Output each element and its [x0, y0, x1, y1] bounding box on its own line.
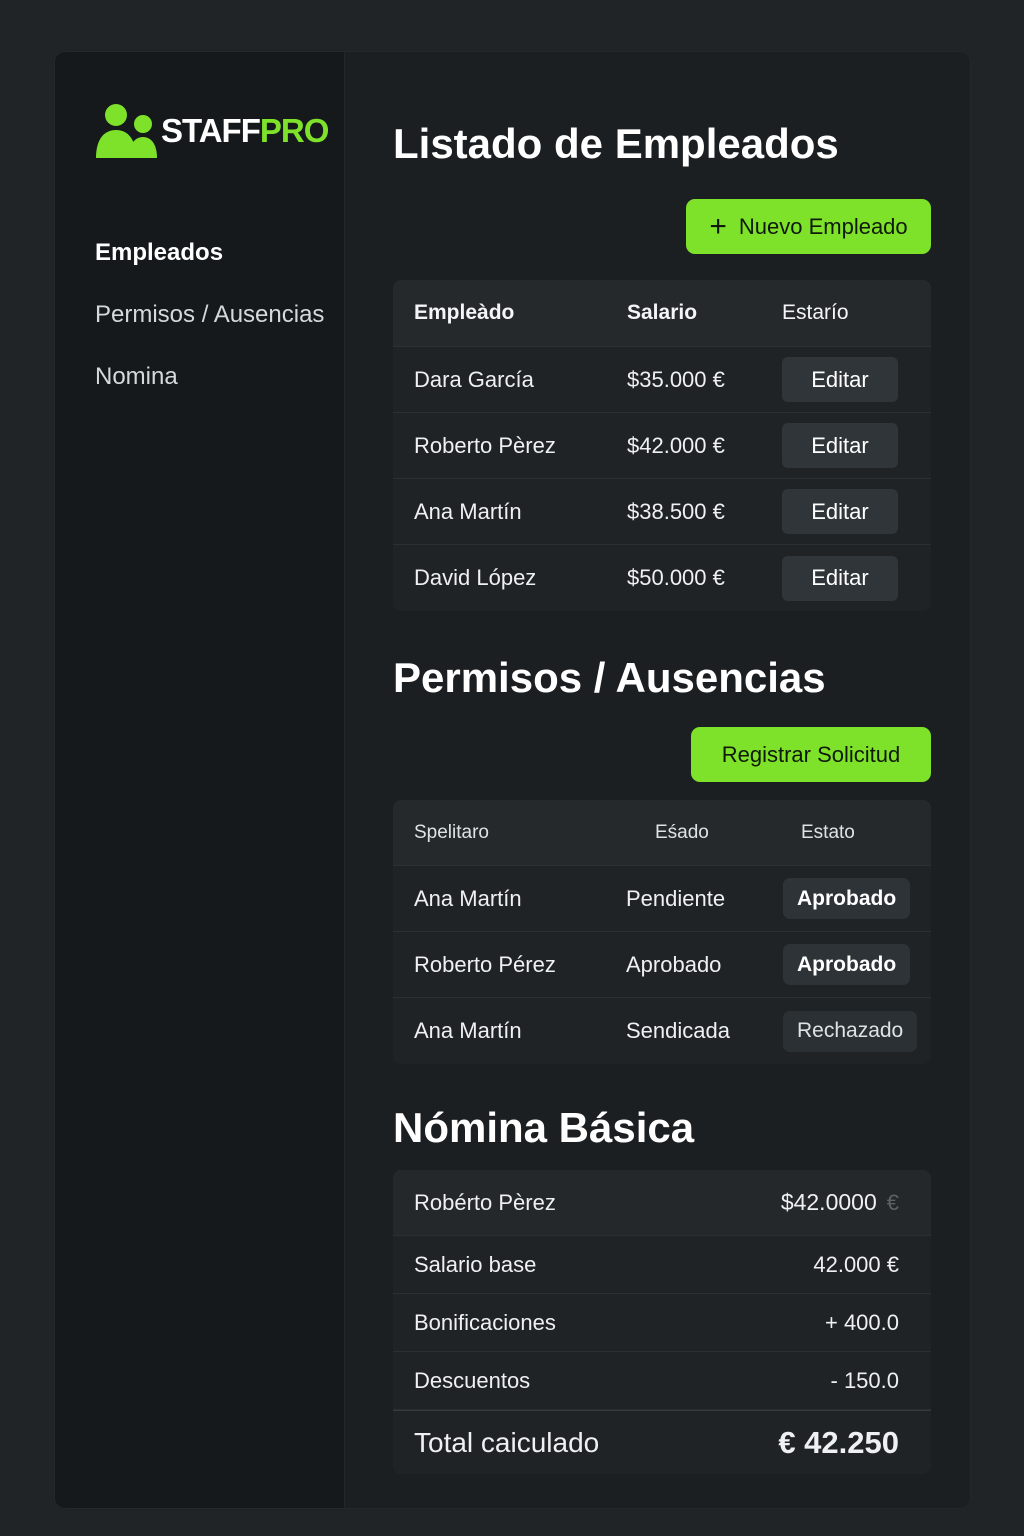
table-row: Ana Martín $38.500 € Editar: [393, 479, 931, 545]
table-row: Ana Martín Pendiente Aprobado: [393, 866, 931, 932]
payroll-total-row: Total caiculado € 42.250: [393, 1410, 931, 1474]
table-header: Spelitaro Eśado Estato: [393, 800, 931, 866]
payroll-line: Descuentos - 150.0: [393, 1352, 931, 1410]
request-state: Pendiente: [626, 885, 726, 911]
main-content: Listado de Empleados + Nuevo Empleado Em…: [393, 52, 931, 1508]
payroll-line-value: 42.000 €: [813, 1251, 899, 1277]
app-window: STAFFPRO Empleados Permisos / Ausencias …: [55, 52, 970, 1508]
payroll-line-value: + 400.0: [824, 1309, 899, 1335]
new-employee-button[interactable]: + Nuevo Empleado: [686, 199, 931, 254]
sidebar-nav: Empleados Permisos / Ausencias Nomina: [95, 232, 324, 418]
payroll-title: Nómina Básica: [393, 1104, 695, 1151]
status-badge[interactable]: Rechazado: [783, 1010, 918, 1052]
payroll-line-label: Descuentos: [414, 1367, 531, 1393]
employee-name: David López: [414, 565, 537, 590]
requester-name: Roberto Pérez: [414, 951, 556, 977]
table-row: Ana Martín Sendicada Rechazado: [393, 998, 931, 1064]
status-badge[interactable]: Aprobado: [783, 878, 911, 919]
table-row: Roberto Pérez Aprobado Aprobado: [393, 932, 931, 998]
currency-symbol: €: [886, 1190, 899, 1215]
payroll-card: Robérto Pèrez $42.0000 € Salario base 42.…: [393, 1170, 931, 1474]
users-icon: [96, 104, 157, 158]
employee-name: Dara García: [414, 366, 534, 392]
table-row: Dara García $35.000 € Editar: [393, 347, 931, 413]
plus-icon: +: [709, 209, 727, 243]
column-header-salary[interactable]: Salario: [606, 301, 768, 325]
payroll-line: Salario base 42.000 €: [393, 1236, 931, 1294]
payroll-total-label: Total caiculado: [414, 1426, 600, 1458]
payroll-employee-row[interactable]: Robérto Pèrez $42.0000 €: [393, 1170, 931, 1236]
payroll-employee-amount-group: $42.0000 €: [781, 1189, 899, 1216]
register-request-button[interactable]: Registrar Solicitud: [691, 727, 931, 782]
table-header: Empleàdo Salario Estarío: [393, 280, 931, 347]
edit-button[interactable]: Editar: [782, 357, 898, 402]
payroll-employee-name: Robérto Pèrez: [414, 1189, 556, 1215]
employee-salary: $35.000 €: [627, 366, 725, 392]
column-header-state[interactable]: Eśado: [605, 822, 783, 844]
brand-name: STAFFPRO: [161, 112, 329, 149]
employees-title: Listado de Empleados: [393, 120, 839, 167]
leaves-title: Permisos / Ausencias: [393, 654, 826, 701]
sidebar-item-nomina[interactable]: Nomina: [95, 356, 324, 418]
employee-name: Roberto Pèrez: [414, 432, 556, 458]
edit-button[interactable]: Editar: [782, 423, 898, 468]
column-header-employee[interactable]: Empleàdo: [393, 301, 606, 325]
column-header-status[interactable]: Estato: [783, 822, 931, 844]
employee-salary: $38.500 €: [627, 498, 725, 524]
employees-table: Empleàdo Salario Estarío Dara García $35…: [393, 280, 931, 611]
request-state: Aprobado: [626, 951, 722, 977]
request-state: Sendicada: [626, 1018, 730, 1043]
employee-salary: $42.000 €: [627, 432, 725, 458]
column-header-requester[interactable]: Spelitaro: [393, 822, 605, 844]
column-header-status[interactable]: Estarío: [768, 301, 931, 325]
requester-name: Ana Martín: [414, 885, 522, 911]
status-badge[interactable]: Aprobado: [783, 944, 911, 985]
payroll-line-label: Salario base: [414, 1251, 537, 1277]
brand-logo[interactable]: STAFFPRO: [95, 102, 329, 160]
payroll-total-value: € 42.250: [778, 1424, 899, 1460]
edit-button[interactable]: Editar: [782, 489, 898, 534]
table-row: Roberto Pèrez $42.000 € Editar: [393, 413, 931, 479]
payroll-line-value: - 150.0: [830, 1367, 900, 1393]
employee-name: Ana Martín: [414, 498, 522, 524]
sidebar-item-permisos[interactable]: Permisos / Ausencias: [95, 294, 324, 356]
sidebar-item-empleados[interactable]: Empleados: [95, 232, 324, 294]
new-employee-label: Nuevo Empleado: [738, 213, 908, 239]
requester-name: Ana Martín: [414, 1018, 522, 1043]
leaves-table: Spelitaro Eśado Estato Ana Martín Pendie…: [393, 800, 931, 1064]
sidebar: STAFFPRO Empleados Permisos / Ausencias …: [55, 52, 345, 1508]
payroll-line: Bonificaciones + 400.0: [393, 1294, 931, 1352]
table-row: David López $50.000 € Editar: [393, 545, 931, 611]
employee-salary: $50.000 €: [627, 565, 725, 590]
payroll-employee-amount: $42.0000: [780, 1189, 877, 1215]
payroll-line-label: Bonificaciones: [414, 1309, 556, 1335]
edit-button[interactable]: Editar: [782, 555, 898, 601]
